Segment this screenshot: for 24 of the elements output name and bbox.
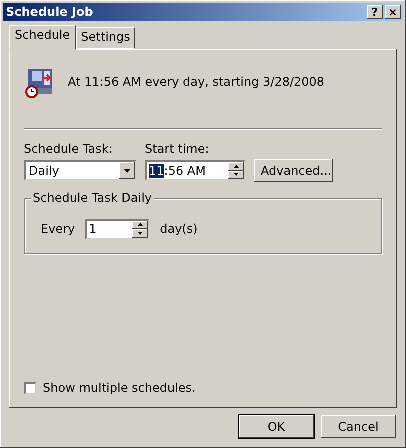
schedule-summary: At 11:56 AM every day, starting 3/28/2008 [68,75,325,89]
down-arrow-icon[interactable] [234,173,238,176]
up-arrow-icon[interactable] [234,164,238,168]
advanced-button[interactable]: Advanced... [254,159,333,182]
schedule-task-dropdown[interactable]: Daily [24,160,137,181]
window-title: Schedule Job [6,5,94,19]
tab[interactable]: Settings [76,27,136,49]
close-button[interactable]: × [385,5,401,19]
every-field[interactable]: 1 [85,218,150,240]
unit-label: day(s) [160,222,198,236]
tab[interactable]: Schedule [9,25,76,50]
start-time-field[interactable]: 11:56 AM [145,160,246,181]
up-arrow-icon[interactable] [138,223,143,226]
dropdown-arrow-icon [124,168,130,172]
group-title: Schedule Task Daily [31,191,154,205]
help-button[interactable]: ? [367,5,383,19]
field-label: Start time: [145,142,210,156]
cancel-button[interactable]: Cancel [321,415,396,438]
field-label: Every [41,222,76,236]
ok-button[interactable]: OK [239,415,314,438]
down-arrow-icon[interactable] [138,232,143,235]
checkbox[interactable] [24,382,37,394]
field-label: Schedule Task: [24,142,114,156]
checkbox-label: Show multiple schedules. [43,381,196,395]
